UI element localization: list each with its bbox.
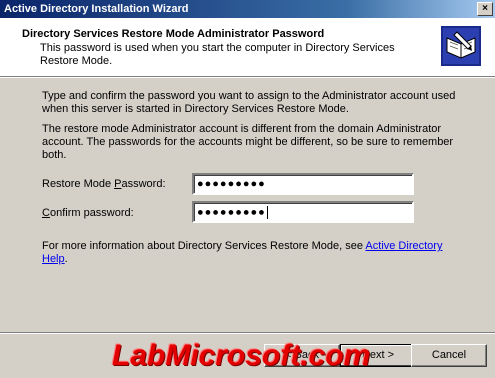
cancel-button[interactable]: Cancel	[411, 344, 487, 367]
page-title: Directory Services Restore Mode Administ…	[22, 28, 325, 40]
text-caret	[266, 206, 268, 219]
wizard-header: Directory Services Restore Mode Administ…	[0, 18, 495, 77]
confirm-password-field[interactable]: ●●●●●●●●●	[192, 201, 414, 223]
restore-password-value: ●●●●●●●●●	[197, 178, 266, 190]
book-pen-icon	[441, 26, 481, 66]
footer-separator	[0, 332, 495, 334]
restore-password-field[interactable]: ●●●●●●●●●	[192, 173, 414, 195]
page-subtitle: This password is used when you start the…	[40, 42, 395, 67]
info-text: The restore mode Administrator account i…	[42, 123, 454, 161]
close-icon: ×	[482, 3, 488, 14]
header-divider	[0, 77, 495, 78]
help-end: .	[64, 253, 68, 265]
restore-password-label: Restore Mode Password:	[42, 178, 166, 190]
intro-text: Type and confirm the password you want t…	[42, 90, 456, 115]
close-button[interactable]: ×	[477, 2, 493, 16]
restore-label-key: P	[114, 178, 122, 190]
title-bar: Active Directory Installation Wizard ×	[0, 0, 495, 18]
restore-label-pre: Restore Mode	[42, 178, 115, 190]
help-line: For more information about Directory Ser…	[42, 240, 462, 266]
confirm-password-label: Confirm password:	[42, 207, 134, 219]
watermark: LabMicrosoft.com	[112, 339, 371, 372]
confirm-password-value: ●●●●●●●●●	[197, 206, 266, 219]
window-title: Active Directory Installation Wizard	[4, 3, 189, 15]
help-text: For more information about Directory Ser…	[42, 240, 366, 252]
confirm-label-post: onfirm password:	[49, 207, 134, 219]
restore-label-post: assword:	[121, 178, 166, 190]
confirm-label-key: C	[42, 207, 50, 219]
